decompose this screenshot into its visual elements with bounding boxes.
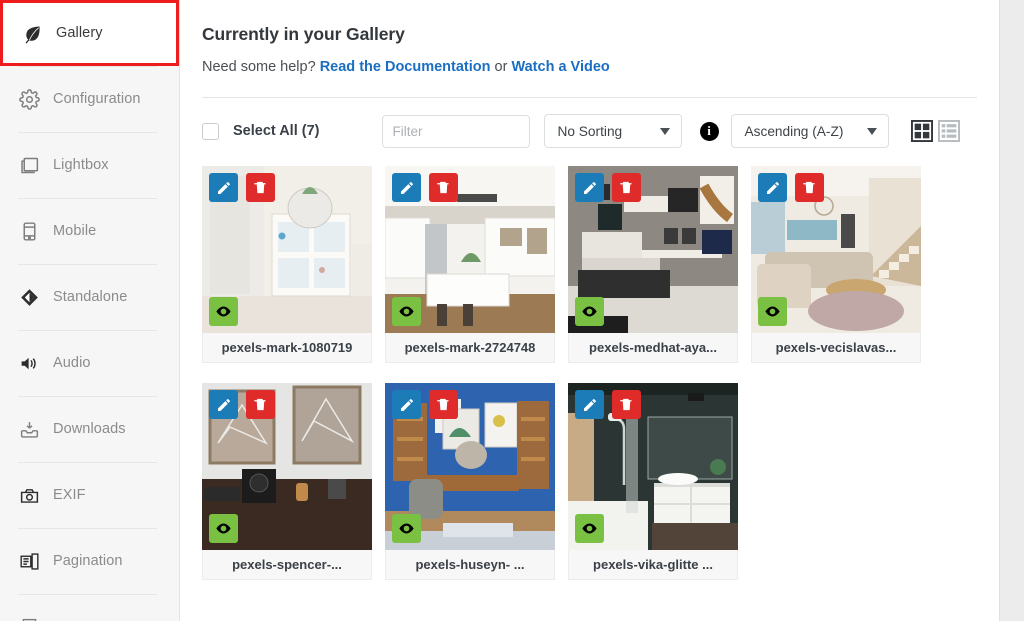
pagination-icon [18,550,40,572]
sorting-select-value: No Sorting [557,123,623,139]
edit-button[interactable] [392,390,421,419]
gallery-item[interactable]: pexels-spencer-... [202,383,372,580]
gallery-item[interactable]: pexels-mark-1080719 [202,166,372,363]
gear-icon [18,88,40,110]
thumbnail[interactable] [385,383,555,550]
speaker-icon [18,352,40,374]
sidebar-item-label: Lightbox [53,157,109,173]
thumbnail[interactable] [751,166,921,333]
view-button[interactable] [575,514,604,543]
leaf-icon [21,22,43,44]
thumbnail[interactable] [202,383,372,550]
gallery-item-caption: pexels-huseyn- ... [385,550,555,580]
camera-icon [18,484,40,506]
edit-button[interactable] [209,173,238,202]
delete-button[interactable] [246,173,275,202]
filter-input[interactable] [381,114,530,148]
order-select[interactable]: Ascending (A-Z) [730,114,889,148]
sidebar-item-label: Configuration [53,91,141,107]
gallery-admin-page: Gallery Configuration Lightbox Mobile St [0,0,1024,621]
select-all-label: Select All (7) [233,123,320,139]
delete-button[interactable] [612,390,641,419]
grid-view-icon[interactable] [910,120,933,142]
gallery-item[interactable]: pexels-vika-glitte ... [568,383,738,580]
main-content: Currently in your Gallery Need some help… [180,0,1000,621]
edit-button[interactable] [209,390,238,419]
view-button[interactable] [392,297,421,326]
sidebar-item-exif[interactable]: EXIF [0,462,179,528]
diamond-icon [18,286,40,308]
sidebar-item-gallery[interactable]: Gallery [0,0,179,66]
view-button[interactable] [209,514,238,543]
gallery-item[interactable]: pexels-huseyn- ... [385,383,555,580]
thumbnail[interactable] [568,166,738,333]
sidebar-item-label: Standalone [53,289,128,305]
gallery-item[interactable]: pexels-medhat-aya... [568,166,738,363]
delete-button[interactable] [612,173,641,202]
gallery-grid: pexels-mark-1080719 pexels-mark-2724748 … [202,166,977,580]
view-button[interactable] [392,514,421,543]
gallery-item-caption: pexels-vika-glitte ... [568,550,738,580]
gallery-item-caption: pexels-medhat-aya... [568,333,738,363]
view-button[interactable] [575,297,604,326]
gallery-toolbar: Select All (7) No Sorting i Ascending (A… [202,98,977,160]
gallery-item-caption: pexels-vecislavas... [751,333,921,363]
edit-button[interactable] [575,390,604,419]
help-line: Need some help? Read the Documentation o… [202,59,977,75]
right-gutter [1000,0,1023,621]
page-title: Currently in your Gallery [202,24,405,44]
info-icon[interactable]: i [699,121,719,141]
sidebar-item-label: Downloads [53,421,126,437]
view-button[interactable] [209,297,238,326]
gallery-item-caption: pexels-mark-1080719 [202,333,372,363]
edit-button[interactable] [392,173,421,202]
sidebar-item-label: Gallery [56,25,103,41]
view-button[interactable] [758,297,787,326]
delete-button[interactable] [795,173,824,202]
document-icon [18,616,40,621]
thumbnail[interactable] [385,166,555,333]
select-all-group[interactable]: Select All (7) [202,122,320,140]
gallery-item[interactable]: pexels-mark-2724748 [385,166,555,363]
download-icon [18,418,40,440]
sidebar-item-downloads[interactable]: Downloads [0,396,179,462]
sidebar-item-mobile[interactable]: Mobile [0,198,179,264]
view-toggle-group [910,120,960,142]
list-view-icon[interactable] [937,120,960,142]
thumbnail[interactable] [202,166,372,333]
sidebar-item-standalone[interactable]: Standalone [0,264,179,330]
delete-button[interactable] [429,173,458,202]
sidebar-item-configuration[interactable]: Configuration [0,66,179,132]
edit-button[interactable] [758,173,787,202]
sidebar: Gallery Configuration Lightbox Mobile St [0,0,180,621]
edit-button[interactable] [575,173,604,202]
chevron-down-icon [866,127,877,135]
sorting-select[interactable]: No Sorting [543,114,682,148]
sidebar-item-label: Audio [53,355,91,371]
sidebar-item-lightbox[interactable]: Lightbox [0,132,179,198]
help-conjunction: or [494,59,508,75]
lightbox-icon [18,154,40,176]
order-select-value: Ascending (A-Z) [744,123,844,139]
sidebar-item-label: Pagination [53,553,123,569]
delete-button[interactable] [429,390,458,419]
help-prefix: Need some help? [202,59,316,75]
documentation-link[interactable]: Read the Documentation [320,59,491,75]
sidebar-item-label: EXIF [53,487,86,503]
gallery-item-caption: pexels-mark-2724748 [385,333,555,363]
gallery-item-caption: pexels-spencer-... [202,550,372,580]
sidebar-item-next[interactable] [0,594,179,621]
mobile-icon [18,220,40,242]
sidebar-item-label: Mobile [53,223,97,239]
watch-video-link[interactable]: Watch a Video [511,59,609,75]
gallery-item[interactable]: pexels-vecislavas... [751,166,921,363]
sidebar-item-pagination[interactable]: Pagination [0,528,179,594]
chevron-down-icon [659,127,670,135]
select-all-checkbox[interactable] [202,122,219,140]
delete-button[interactable] [246,390,275,419]
thumbnail[interactable] [568,383,738,550]
sidebar-item-audio[interactable]: Audio [0,330,179,396]
